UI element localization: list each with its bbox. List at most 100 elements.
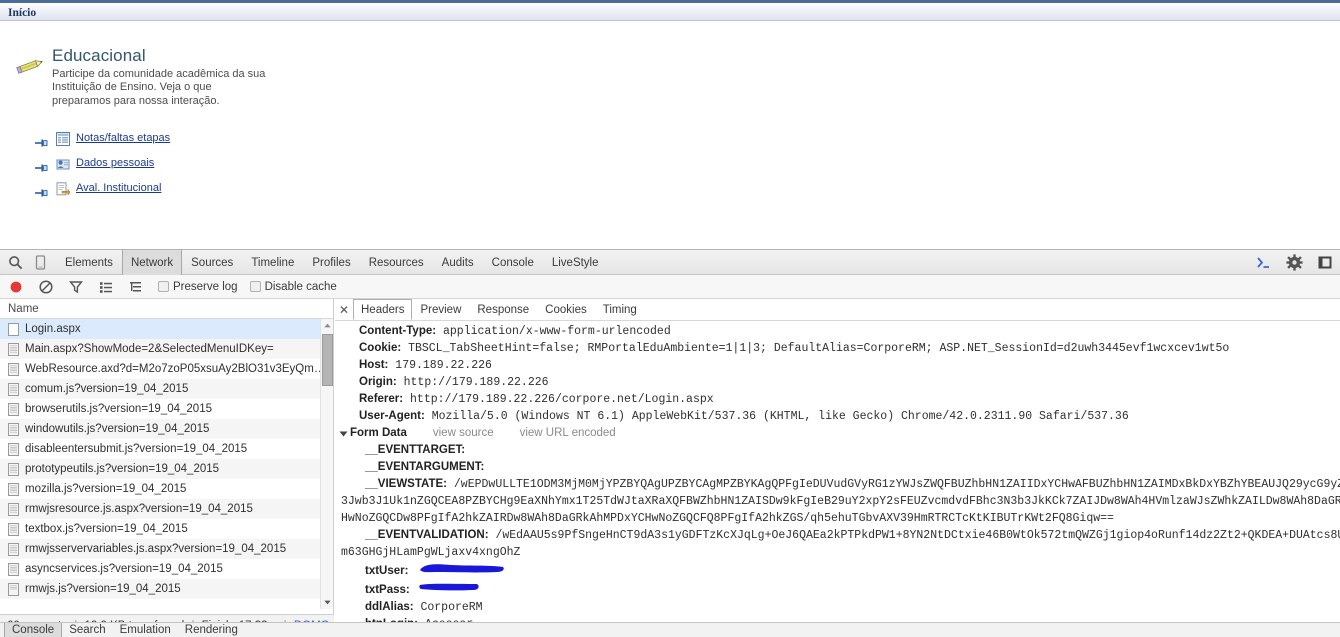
dock-window-icon[interactable]: [1317, 254, 1334, 271]
tab-resources[interactable]: Resources: [360, 250, 433, 275]
tab-inicio[interactable]: Início: [8, 7, 36, 19]
card-description: Participe da comunidade acadêmica da sua…: [52, 68, 266, 107]
document-icon: [8, 462, 19, 476]
table-row[interactable]: rmwjsresource.js.aspx?version=19_04_2015: [0, 499, 333, 519]
form-data-section-header[interactable]: Form Data view source view URL encoded: [335, 425, 1340, 442]
field-key: ddlAlias:: [365, 601, 414, 614]
tab-sources[interactable]: Sources: [182, 250, 242, 275]
tab-network[interactable]: Network: [121, 250, 183, 275]
form-field-row: txtUser:: [335, 561, 1340, 581]
request-name: rmwjsservervariables.js.aspx?version=19_…: [25, 543, 287, 555]
request-list-scrollbar[interactable]: [320, 319, 333, 609]
drawer-tab-emulation[interactable]: Emulation: [113, 623, 178, 637]
clear-icon[interactable]: [38, 279, 54, 295]
tab-console[interactable]: Console: [483, 250, 543, 275]
tab-cookies[interactable]: Cookies: [537, 299, 595, 320]
table-row[interactable]: mozilla.js?version=19_04_2015: [0, 479, 333, 499]
drawer-tab-search[interactable]: Search: [62, 623, 112, 637]
document-icon: [8, 342, 19, 356]
device-toolbar-icon[interactable]: [34, 255, 47, 270]
tab-livestyle[interactable]: LiveStyle: [543, 250, 608, 275]
table-row[interactable]: WebResource.axd?d=M2o7zoP05xsuAy2BlO31v3…: [0, 359, 333, 379]
table-row[interactable]: rmwjs.js?version=19_04_2015: [0, 579, 333, 599]
document-icon: [8, 522, 19, 536]
tab-label: Console: [491, 256, 534, 269]
tab-label: LiveStyle: [551, 256, 599, 269]
table-row[interactable]: windowutils.js?version=19_04_2015: [0, 419, 333, 439]
pin-icon: [35, 185, 48, 197]
table-row[interactable]: textbox.js?version=19_04_2015: [0, 519, 333, 539]
list-item[interactable]: Notas/faltas etapas: [0, 130, 330, 155]
table-row[interactable]: browserutils.js?version=19_04_2015: [0, 399, 333, 419]
scroll-up-icon[interactable]: [321, 319, 333, 332]
form-field-row: txtPass:: [335, 581, 1340, 599]
table-row[interactable]: Login.aspx: [0, 319, 333, 339]
record-button-icon[interactable]: [8, 279, 24, 295]
scroll-down-icon[interactable]: [321, 596, 333, 609]
disable-cache-label: Disable cache: [264, 280, 337, 293]
tab-headers[interactable]: Headers: [353, 299, 413, 320]
request-name: windowutils.js?version=19_04_2015: [25, 423, 210, 435]
link-notas-faltas-etapas[interactable]: Notas/faltas etapas: [76, 132, 170, 144]
field-key: txtUser:: [365, 565, 409, 578]
disable-cache-checkbox[interactable]: Disable cache: [249, 280, 337, 293]
request-name: comum.js?version=19_04_2015: [25, 383, 189, 395]
request-list-scroll[interactable]: Login.aspx Main.aspx?ShowMode=2&Selected…: [0, 319, 333, 609]
header-value: application/x-www-form-urlencoded: [443, 325, 671, 338]
link-aval-institucional[interactable]: Aval. Institucional: [76, 182, 161, 194]
tab-label: Response: [477, 303, 530, 316]
table-row[interactable]: prototypeutils.js?version=19_04_2015: [0, 459, 333, 479]
list-item[interactable]: Dados pessoais: [0, 155, 330, 180]
tab-elements[interactable]: Elements: [56, 250, 122, 275]
header-key: Origin:: [359, 376, 397, 388]
request-name: WebResource.axd?d=M2o7zoP05xsuAy2BlO31v3…: [25, 363, 333, 375]
tab-label: Cookies: [545, 303, 587, 316]
header-row: Cookie: TBSCL_TabSheetHint=false; RMPort…: [335, 340, 1340, 357]
document-icon: [8, 422, 19, 436]
tab-timing[interactable]: Timing: [595, 299, 645, 320]
view-url-encoded-link[interactable]: view URL encoded: [520, 425, 616, 442]
pencil-icon: [14, 56, 46, 76]
table-row[interactable]: comum.js?version=19_04_2015: [0, 379, 333, 399]
tab-timeline[interactable]: Timeline: [242, 250, 303, 275]
console-drawer-icon[interactable]: [1255, 254, 1272, 271]
tab-label: Preview: [420, 303, 462, 316]
drawer-tab-rendering[interactable]: Rendering: [178, 623, 245, 637]
table-row[interactable]: disableentersubmit.js?version=19_04_2015: [0, 439, 333, 459]
details-tabbar: ✕ Headers Preview Response Cookies Timin…: [335, 299, 1340, 321]
gear-icon[interactable]: [1286, 254, 1303, 271]
view-source-link[interactable]: view source: [433, 425, 494, 442]
grid-list-icon: [56, 132, 70, 146]
tab-audits[interactable]: Audits: [433, 250, 483, 275]
redaction-mark: [417, 561, 507, 581]
list-item[interactable]: Aval. Institucional: [0, 180, 330, 205]
filter-icon[interactable]: [68, 279, 84, 295]
request-list-panel: Name Login.aspx Main.aspx?ShowMode=2&Sel…: [0, 299, 334, 636]
list-view-icon[interactable]: [98, 279, 114, 295]
scrollbar-thumb[interactable]: [322, 334, 333, 386]
document-icon: [8, 362, 19, 376]
devtools-tab-list: Elements Network Sources Timeline Profil…: [56, 250, 608, 275]
tab-preview[interactable]: Preview: [412, 299, 469, 320]
form-field-row: ddlAlias: CorporeRM: [335, 599, 1340, 616]
table-row[interactable]: rmwjsservervariables.js.aspx?version=19_…: [0, 539, 333, 559]
search-icon[interactable]: [8, 255, 23, 270]
form-field-row: __EVENTARGUMENT:: [335, 459, 1340, 476]
devtools-panel: Elements Network Sources Timeline Profil…: [0, 249, 1340, 637]
card-link-list: Notas/faltas etapas Dados pessoais Aval.…: [0, 130, 330, 205]
section-title: Form Data: [350, 427, 407, 439]
tab-label: Audits: [441, 256, 474, 269]
group-by-frame-icon[interactable]: [128, 279, 144, 295]
drawer-tab-console[interactable]: Console: [4, 623, 63, 637]
pin-icon: [35, 135, 48, 147]
close-icon[interactable]: ✕: [335, 299, 353, 320]
tab-response[interactable]: Response: [469, 299, 537, 320]
request-name: rmwjsresource.js.aspx?version=19_04_2015: [25, 503, 253, 515]
document-icon: [8, 482, 19, 496]
table-row[interactable]: asyncservices.js?version=19_04_2015: [0, 559, 333, 579]
link-dados-pessoais[interactable]: Dados pessoais: [76, 157, 154, 169]
tab-profiles[interactable]: Profiles: [303, 250, 359, 275]
table-row[interactable]: Main.aspx?ShowMode=2&SelectedMenuIDKey=: [0, 339, 333, 359]
chevron-down-icon[interactable]: [339, 431, 348, 436]
preserve-log-checkbox[interactable]: Preserve log: [158, 281, 238, 293]
